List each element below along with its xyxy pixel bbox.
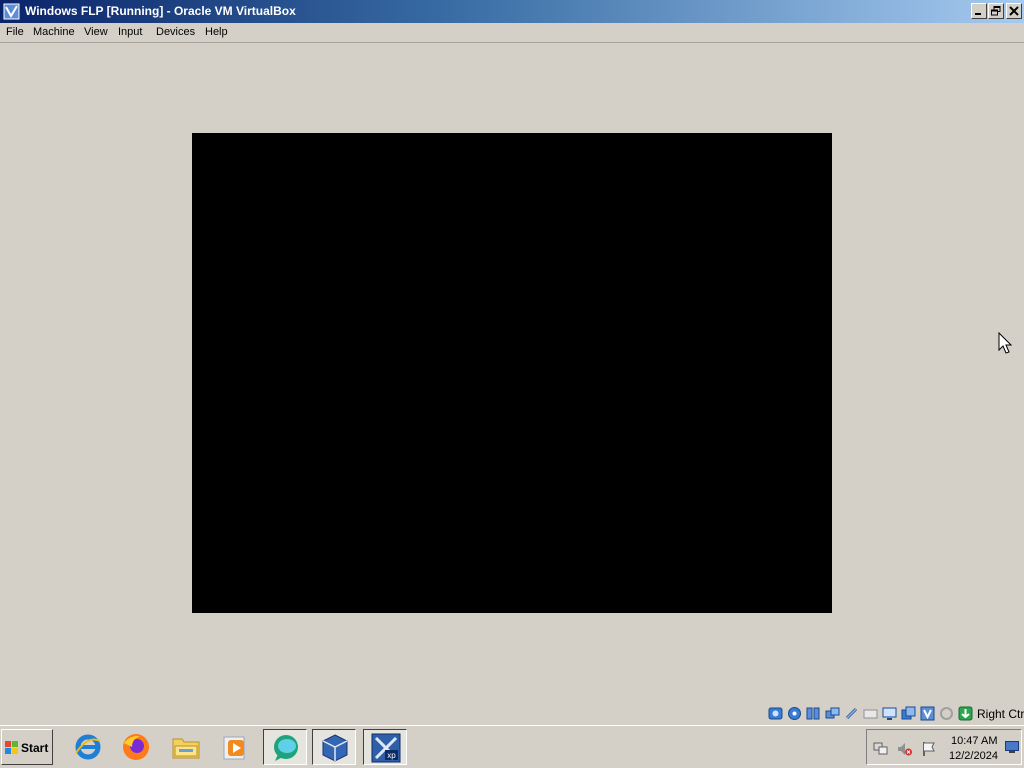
minimize-button[interactable] [971, 3, 987, 19]
volume-muted-icon[interactable] [897, 741, 913, 757]
menu-machine[interactable]: Machine [32, 26, 76, 38]
display-icon[interactable] [882, 706, 897, 721]
start-button[interactable]: Start [1, 729, 53, 765]
taskbar: Start xp 10:47 AM 12/2/2024 [0, 725, 1024, 768]
vm-display[interactable] [192, 133, 832, 613]
system-tray: 10:47 AM 12/2/2024 [866, 729, 1022, 765]
vm-status-bar: Right Ctrl [0, 703, 1024, 725]
hard-disk-icon[interactable] [768, 706, 783, 721]
taskbar-app-firefox[interactable] [114, 729, 158, 765]
file-explorer-icon [172, 738, 200, 759]
taskbar-app-windows-xp-vm[interactable]: xp [363, 729, 407, 765]
chat-app-icon [274, 735, 298, 761]
taskbar-app-chat[interactable] [263, 729, 307, 765]
taskbar-app-file-explorer[interactable] [164, 729, 208, 765]
virtualbox-icon [3, 3, 20, 20]
menu-bar: File Machine View Input Devices Help [0, 23, 1024, 43]
virtualization-icon[interactable] [920, 706, 935, 721]
usb-icon[interactable] [844, 706, 859, 721]
firefox-icon [123, 734, 149, 760]
menu-devices[interactable]: Devices [155, 26, 196, 38]
title-bar[interactable]: Windows FLP [Running] - Oracle VM Virtua… [0, 0, 1024, 23]
start-label: Start [21, 741, 49, 755]
svg-text:xp: xp [387, 751, 396, 760]
virtualbox-icon [322, 734, 348, 762]
optical-drive-icon[interactable] [787, 706, 802, 721]
menu-view[interactable]: View [83, 26, 109, 38]
window-title: Windows FLP [Running] - Oracle VM Virtua… [25, 4, 296, 18]
restore-button[interactable] [988, 3, 1004, 19]
close-button[interactable] [1006, 3, 1022, 19]
host-key-label: Right Ctrl [977, 707, 1024, 721]
close-icon [1009, 6, 1019, 16]
network-tray-icon[interactable] [873, 741, 889, 757]
windows-logo-icon [5, 741, 18, 754]
minimize-icon [975, 13, 981, 15]
keyboard-icon[interactable] [958, 706, 973, 721]
menu-help[interactable]: Help [204, 26, 229, 38]
taskbar-app-internet-explorer[interactable] [66, 729, 110, 765]
show-desktop-icon[interactable] [1005, 741, 1019, 753]
flag-icon[interactable] [921, 741, 937, 757]
clock-date[interactable]: 12/2/2024 [949, 750, 998, 762]
restore-icon [991, 6, 1001, 16]
network-icon[interactable] [825, 706, 840, 721]
internet-explorer-icon [75, 734, 101, 760]
menu-input[interactable]: Input [117, 26, 143, 38]
clock-time[interactable]: 10:47 AM [951, 735, 997, 747]
windows-xp-vm-icon: xp [371, 733, 401, 763]
shared-folders-icon[interactable] [863, 706, 878, 721]
mouse-cursor-icon [998, 332, 1013, 354]
menu-file[interactable]: File [5, 26, 25, 38]
mouse-integration-icon[interactable] [939, 706, 954, 721]
audio-icon[interactable] [806, 706, 821, 721]
media-player-icon [223, 736, 245, 760]
video-capture-icon[interactable] [901, 706, 916, 721]
taskbar-app-media-player[interactable] [214, 729, 258, 765]
taskbar-app-virtualbox[interactable] [312, 729, 356, 765]
